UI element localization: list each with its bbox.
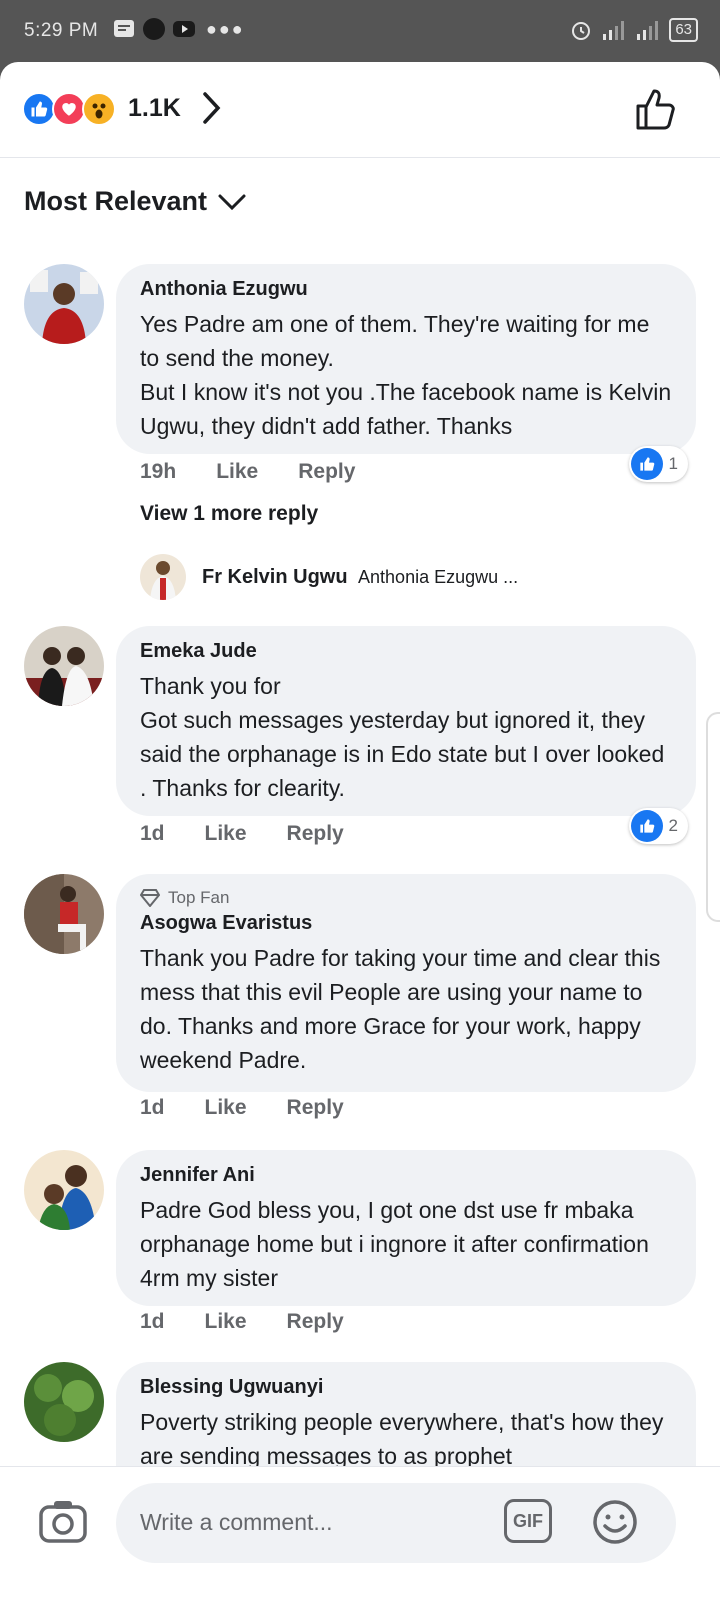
comment-time: 1d: [140, 1310, 165, 1333]
sort-label: Most Relevant: [24, 186, 208, 216]
chevron-down-icon: [218, 194, 246, 210]
like-post-button[interactable]: [634, 86, 680, 132]
comment-text: Padre God bless you, I got one dst use f…: [140, 1197, 649, 1291]
comment-actions: 1d Like Reply: [140, 822, 344, 846]
comment-actions: 1d Like Reply: [140, 1310, 344, 1334]
reaction-count: 1: [668, 454, 678, 473]
comment-text: Poverty striking people everywhere, that…: [140, 1409, 664, 1469]
avatar[interactable]: [24, 626, 104, 706]
emoji-icon[interactable]: [592, 1499, 638, 1545]
youtube-icon: [173, 21, 195, 37]
diamond-icon: [140, 889, 160, 907]
reply-button[interactable]: Reply: [287, 1096, 344, 1120]
alarm-icon: [572, 22, 591, 40]
comment-placeholder: Write a comment...: [140, 1509, 333, 1535]
sort-dropdown[interactable]: Most Relevant: [24, 186, 247, 217]
reply-preview[interactable]: Fr Kelvin Ugwu Anthonia Ezugwu ...: [140, 554, 518, 600]
message-icon: [114, 20, 134, 37]
avatar[interactable]: [24, 874, 104, 954]
like-icon: [630, 810, 663, 842]
comment-author[interactable]: Jennifer Ani: [140, 1164, 672, 1187]
comment-bubble[interactable]: Top Fan Asogwa Evaristus Thank you Padre…: [116, 874, 696, 1092]
top-fan-badge: Top Fan: [140, 888, 672, 908]
status-time: 5:29 PM: [24, 20, 99, 41]
avatar[interactable]: [24, 1150, 104, 1230]
chevron-right-icon[interactable]: [196, 90, 226, 126]
signal-2-icon: [637, 21, 659, 40]
comment-time: 19h: [140, 460, 177, 483]
circle-app-icon: [143, 18, 165, 40]
comment-bubble[interactable]: Emeka Jude Thank you for Got such messag…: [116, 626, 696, 816]
comment-actions: 1d Like Reply: [140, 1096, 344, 1120]
comment-author[interactable]: Emeka Jude: [140, 640, 672, 663]
like-button[interactable]: Like: [216, 460, 258, 484]
like-icon: [630, 448, 663, 480]
gif-button[interactable]: GIF: [504, 1499, 552, 1543]
signal-icon: [603, 21, 625, 40]
comment-actions: 19h Like Reply: [140, 460, 355, 484]
side-handle[interactable]: [706, 712, 720, 922]
comment-text: Yes Padre am one of them. They're waitin…: [140, 311, 672, 439]
like-button[interactable]: Like: [205, 1310, 247, 1334]
love-icon: [52, 92, 86, 126]
comments-sheet: 1.1K Most Relevant Anthonia Ezugwu Yes P…: [0, 62, 720, 1600]
view-more-replies-link[interactable]: View 1 more reply: [140, 502, 318, 526]
comment-composer: Write a comment... GIF: [0, 1466, 720, 1600]
comment-time: 1d: [140, 822, 165, 845]
avatar[interactable]: [24, 264, 104, 344]
reactions-bar[interactable]: 1.1K: [0, 62, 720, 158]
reply-snippet: Anthonia Ezugwu ...: [358, 566, 519, 587]
like-button[interactable]: Like: [205, 822, 247, 846]
like-icon: [22, 92, 56, 126]
avatar[interactable]: [24, 1362, 104, 1442]
reaction-badge[interactable]: 1: [628, 446, 688, 482]
reply-button[interactable]: Reply: [298, 460, 355, 484]
comment-text: Thank you Padre for taking your time and…: [140, 945, 661, 1073]
reaction-count: 2: [668, 816, 678, 835]
reaction-icons: [22, 92, 116, 126]
reply-button[interactable]: Reply: [287, 822, 344, 846]
wow-icon: [82, 92, 116, 126]
like-button[interactable]: Like: [205, 1096, 247, 1120]
comment-input[interactable]: Write a comment... GIF: [116, 1483, 676, 1563]
camera-icon[interactable]: [38, 1497, 88, 1545]
notification-icons: ●●●: [112, 18, 245, 40]
comment-bubble[interactable]: Jennifer Ani Padre God bless you, I got …: [116, 1150, 696, 1306]
comment-bubble[interactable]: Anthonia Ezugwu Yes Padre am one of them…: [116, 264, 696, 454]
avatar[interactable]: [140, 554, 186, 600]
system-icons: 63: [569, 18, 698, 42]
status-bar: 5:29 PM ●●● 63: [0, 0, 720, 64]
more-dots-icon: ●●●: [206, 18, 245, 39]
comment-time: 1d: [140, 1096, 165, 1119]
comment-author[interactable]: Asogwa Evaristus: [140, 912, 672, 935]
battery-indicator: 63: [669, 18, 698, 42]
comment-author[interactable]: Anthonia Ezugwu: [140, 278, 672, 301]
comment-text: Thank you for Got such messages yesterda…: [140, 673, 665, 801]
top-fan-label: Top Fan: [168, 888, 230, 907]
reaction-badge[interactable]: 2: [628, 808, 688, 844]
reply-button[interactable]: Reply: [287, 1310, 344, 1334]
reaction-count: 1.1K: [128, 94, 181, 122]
reply-author[interactable]: Fr Kelvin Ugwu: [202, 566, 348, 588]
comment-author[interactable]: Blessing Ugwuanyi: [140, 1376, 672, 1399]
